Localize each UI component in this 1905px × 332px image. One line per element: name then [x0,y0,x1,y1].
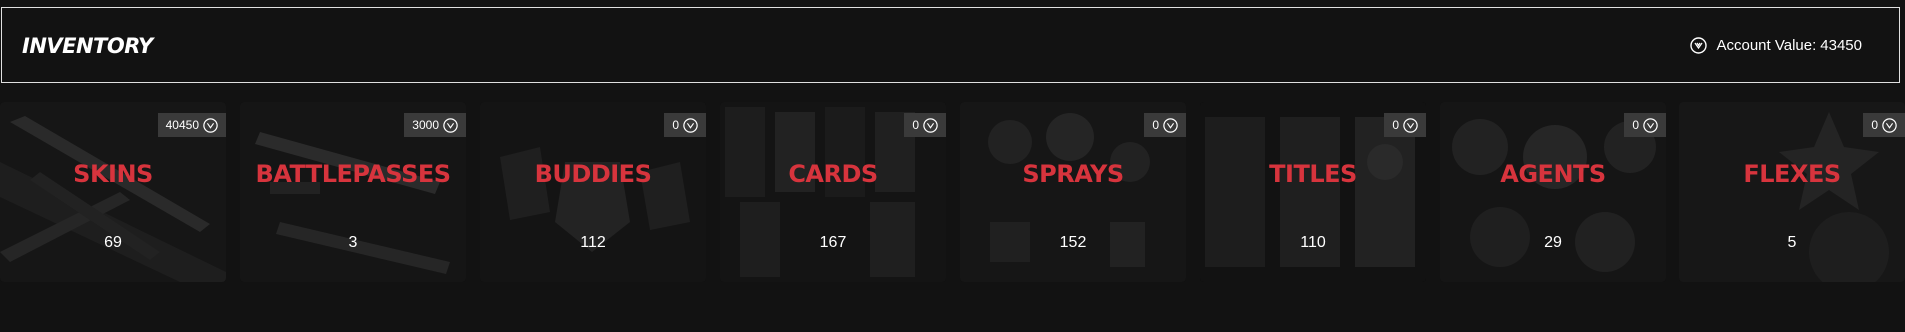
category-card-sprays[interactable]: 0 SPRAYS 152 [960,102,1186,282]
valorant-points-icon [1690,37,1708,54]
category-card-buddies[interactable]: 0 BUDDIES 112 [480,102,706,282]
account-value-amount: 43450 [1820,37,1862,54]
card-count: 167 [819,234,847,251]
card-title: SKINS [73,160,153,188]
card-count: 110 [1300,234,1326,251]
card-value-badge: 3000 [404,113,466,137]
card-value: 0 [672,118,679,132]
category-card-flexes[interactable]: 0 FLEXES 5 [1679,102,1905,282]
account-value-label: Account Value: [1716,37,1817,54]
card-value-badge: 0 [664,113,706,137]
card-title: SPRAYS [1022,160,1124,188]
page-title: INVENTORY [22,34,153,58]
valorant-points-icon [1643,117,1658,133]
category-card-skins[interactable]: 40450 SKINS 69 [0,102,226,282]
inventory-category-list: 40450 SKINS 69 3000 BATTLEPASSES 3 0 BUD… [0,102,1905,283]
category-card-battlepasses[interactable]: 3000 BATTLEPASSES 3 [240,102,466,282]
card-title: FLEXES [1743,160,1841,188]
valorant-points-icon [1403,117,1418,133]
card-value-badge: 0 [1144,113,1186,137]
valorant-points-icon [203,117,218,133]
card-title: CARDS [788,160,878,188]
card-title: TITLES [1269,160,1357,188]
card-value: 40450 [165,118,199,132]
card-value-badge: 0 [1863,113,1905,137]
card-count: 3 [348,234,358,251]
category-card-titles[interactable]: 0 TITLES 110 [1200,102,1426,282]
valorant-points-icon [923,117,938,133]
card-title: BUDDIES [534,160,652,188]
card-count: 152 [1059,234,1087,251]
category-card-agents[interactable]: 0 AGENTS 29 [1440,102,1666,282]
valorant-points-icon [683,117,698,133]
valorant-points-icon [1163,117,1178,133]
card-count: 112 [580,234,606,251]
valorant-points-icon [1882,117,1897,133]
inventory-header: INVENTORY Account Value: 43450 [1,7,1900,83]
card-value: 0 [1392,118,1399,132]
card-count: 29 [1544,234,1562,251]
card-value: 3000 [412,118,439,132]
card-count: 69 [104,234,122,251]
card-count: 5 [1787,234,1797,251]
card-value-badge: 0 [1384,113,1426,137]
card-value-badge: 0 [1624,113,1666,137]
card-value: 0 [912,118,919,132]
card-value: 0 [1632,118,1639,132]
card-value: 0 [1871,118,1878,132]
card-value: 0 [1152,118,1159,132]
card-value-badge: 40450 [157,113,226,137]
account-value: Account Value: 43450 [1690,37,1862,54]
category-card-cards[interactable]: 0 CARDS 167 [720,102,946,282]
card-value-badge: 0 [904,113,946,137]
card-title: AGENTS [1500,160,1606,188]
valorant-points-icon [443,117,458,133]
card-title: BATTLEPASSES [255,160,451,188]
